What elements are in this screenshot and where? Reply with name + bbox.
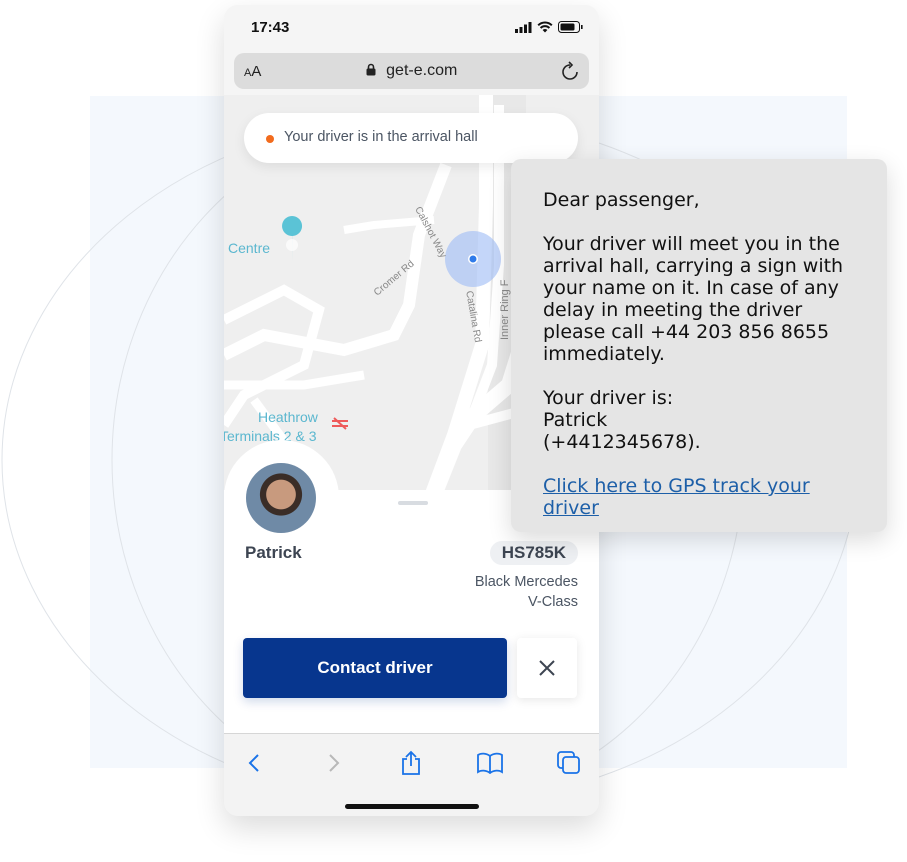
status-bar: 17:43 [224, 5, 599, 51]
home-indicator [345, 804, 479, 809]
driver-avatar [246, 463, 316, 533]
sms-driver-info: Your driver is: Patrick (+4412345678). [543, 387, 855, 453]
close-icon [539, 660, 555, 676]
driver-name: Patrick [245, 543, 302, 562]
driver-status-text: Your driver is in the arrival hall [284, 129, 478, 145]
lock-icon [366, 63, 376, 76]
sms-greeting: Dear passenger, [543, 189, 700, 211]
address-bar[interactable]: AA get-e.com [234, 53, 589, 89]
share-button[interactable] [396, 750, 426, 776]
battery-icon [558, 21, 583, 33]
bookmarks-icon [477, 752, 503, 774]
tabs-icon [557, 751, 580, 774]
close-button[interactable] [517, 638, 577, 698]
vehicle-class: V-Class [528, 594, 578, 610]
status-time: 17:43 [251, 19, 290, 36]
status-dot [266, 135, 274, 143]
url-text: get-e.com [386, 62, 458, 79]
reload-icon[interactable] [561, 61, 579, 81]
wifi-icon [537, 21, 553, 33]
map-label-inner-ring: Inner Ring F [499, 279, 511, 340]
driver-status-banner: Your driver is in the arrival hall [244, 113, 578, 163]
back-icon [248, 754, 259, 772]
sms-driver-phone: (+4412345678). [543, 431, 701, 453]
sheet-grabber[interactable] [398, 501, 428, 505]
sms-message: Dear passenger, Your driver will meet yo… [511, 159, 887, 532]
map-label-centre: Centre [228, 240, 271, 256]
sms-driver-intro: Your driver is: [543, 387, 674, 409]
bookmarks-button[interactable] [475, 750, 505, 776]
vehicle-model: Black Mercedes [474, 574, 578, 590]
map-label-heathrow: Heathrow [258, 409, 318, 425]
forward-icon [329, 754, 340, 772]
share-icon [402, 750, 420, 775]
forward-button[interactable] [319, 750, 349, 776]
cellular-signal-icon [515, 21, 532, 33]
sms-driver-name: Patrick [543, 409, 608, 431]
license-plate-badge: HS785K [489, 541, 578, 565]
vehicle-description: Black Mercedes V-Class [475, 572, 578, 612]
back-button[interactable] [239, 750, 269, 776]
sms-body: Your driver will meet you in the arrival… [543, 233, 844, 365]
tabs-button[interactable] [554, 750, 584, 776]
browser-toolbar [224, 733, 599, 816]
gps-track-link[interactable]: Click here to GPS track your driver [543, 475, 810, 519]
contact-driver-button[interactable]: Contact driver [243, 638, 507, 698]
